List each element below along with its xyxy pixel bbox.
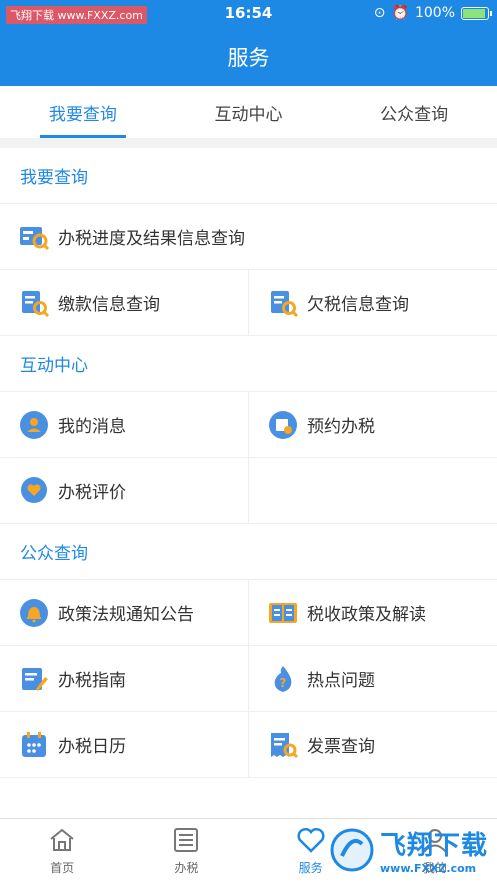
item-payment-info-query[interactable]: 缴款信息查询 xyxy=(0,270,248,335)
item-policy-notices[interactable]: 政策法规通知公告 xyxy=(0,580,248,645)
arrears-search-icon xyxy=(267,287,299,319)
rotation-lock-icon: ⊙ xyxy=(373,5,386,21)
home-icon xyxy=(48,827,76,856)
item-tax-guide[interactable]: 办税指南 xyxy=(0,646,248,711)
tabbar-label: 服务 xyxy=(298,860,323,875)
item-label: 办税日历 xyxy=(58,737,126,757)
alarm-icon: ⏰ xyxy=(391,5,409,21)
battery-icon xyxy=(461,6,492,20)
section-title-interact: 互动中心 xyxy=(0,336,497,392)
item-label: 热点问题 xyxy=(307,671,375,691)
list-row: 政策法规通知公告 税收政策及解读 xyxy=(0,580,497,646)
tab-my-query[interactable]: 我要查询 xyxy=(0,86,166,138)
heart-icon xyxy=(296,827,326,856)
brand-watermark: 飞翔下载 www.FXXZ.com xyxy=(330,820,492,880)
item-tax-calendar[interactable]: 办税日历 xyxy=(0,712,248,777)
brand-name: 飞翔下载 xyxy=(380,831,489,861)
progress-search-icon xyxy=(18,221,50,253)
section-title-query: 我要查询 xyxy=(0,148,497,204)
page-title: 服务 xyxy=(227,46,270,70)
list-row: 办税指南 ? 热点问题 xyxy=(0,646,497,712)
list-row: 办税评价 xyxy=(0,458,497,524)
status-bar: 飞翔下载 www.FXXZ.com 16:54 ⊙ ⏰ 100% xyxy=(0,0,497,28)
item-label: 办税评价 xyxy=(58,483,126,503)
top-tabs: 我要查询 互动中心 公众查询 xyxy=(0,86,497,138)
empty-cell xyxy=(248,458,497,523)
payment-search-icon xyxy=(18,287,50,319)
tabbar-home[interactable]: 首页 xyxy=(0,819,124,883)
book-icon xyxy=(267,597,299,629)
item-label: 我的消息 xyxy=(58,417,126,437)
list-row: 办税进度及结果信息查询 xyxy=(0,204,497,270)
tabbar-label: 办税 xyxy=(174,860,199,875)
list-row: 我的消息 预约办税 xyxy=(0,392,497,458)
list-icon xyxy=(172,827,200,856)
brand-url: www.FXXZ.com xyxy=(380,862,477,875)
item-tax-arrears-query[interactable]: 欠税信息查询 xyxy=(248,270,497,335)
guide-pen-icon xyxy=(18,663,50,695)
item-tax-policy-interpretation[interactable]: 税收政策及解读 xyxy=(248,580,497,645)
section-title-public: 公众查询 xyxy=(0,524,497,580)
item-label: 欠税信息查询 xyxy=(307,295,409,315)
nav-bar: 服务 xyxy=(0,28,497,86)
heart-chat-icon xyxy=(18,475,50,507)
item-my-messages[interactable]: 我的消息 xyxy=(0,392,248,457)
item-label: 政策法规通知公告 xyxy=(58,605,194,625)
calendar-icon xyxy=(18,729,50,761)
tab-interaction-center[interactable]: 互动中心 xyxy=(166,86,332,138)
item-label: 税收政策及解读 xyxy=(307,605,426,625)
list-row: 缴款信息查询 欠税信息查询 xyxy=(0,270,497,336)
content-list[interactable]: 我要查询 办税进度及结果信息查询 缴款信息查询 欠税信息查询 互动中心 我的消息… xyxy=(0,148,497,818)
item-label: 办税指南 xyxy=(58,671,126,691)
tabbar-tax[interactable]: 办税 xyxy=(124,819,248,883)
item-label: 缴款信息查询 xyxy=(58,295,160,315)
tab-public-query[interactable]: 公众查询 xyxy=(331,86,497,138)
bell-icon xyxy=(18,597,50,629)
list-row: 办税日历 发票查询 xyxy=(0,712,497,778)
user-message-icon xyxy=(18,409,50,441)
svg-text:?: ? xyxy=(280,676,287,690)
item-label: 预约办税 xyxy=(307,417,375,437)
brand-logo-icon xyxy=(330,828,374,872)
invoice-search-icon xyxy=(267,729,299,761)
item-tax-progress-query[interactable]: 办税进度及结果信息查询 xyxy=(0,204,497,269)
item-hot-questions[interactable]: ? 热点问题 xyxy=(248,646,497,711)
calendar-appointment-icon xyxy=(267,409,299,441)
item-appointment[interactable]: 预约办税 xyxy=(248,392,497,457)
tabbar-label: 首页 xyxy=(50,860,75,875)
hot-question-icon: ? xyxy=(267,663,299,695)
item-label: 办税进度及结果信息查询 xyxy=(58,229,245,249)
status-right: ⊙ ⏰ 100% xyxy=(373,5,492,21)
item-invoice-query[interactable]: 发票查询 xyxy=(248,712,497,777)
battery-percent: 100% xyxy=(414,5,455,21)
item-tax-rating[interactable]: 办税评价 xyxy=(0,458,248,523)
item-label: 发票查询 xyxy=(307,737,375,757)
